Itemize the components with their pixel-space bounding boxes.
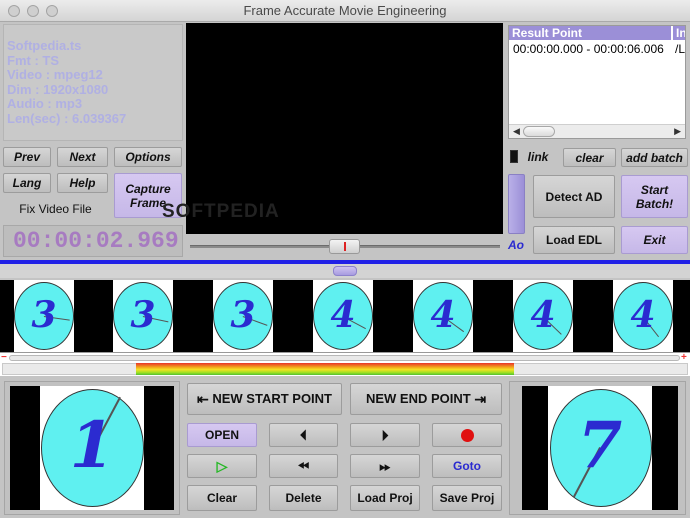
next-button[interactable]: Next bbox=[57, 147, 108, 167]
fast-forward-icon: ⏩︎ bbox=[379, 458, 391, 474]
play-button[interactable]: ▷ bbox=[187, 454, 257, 478]
frame-digit: 3 bbox=[230, 294, 256, 336]
start-frame-preview: 1 bbox=[10, 386, 174, 510]
scroll-left-icon[interactable]: ◀ bbox=[513, 126, 520, 137]
audio-codec: Audio : mp3 bbox=[7, 96, 83, 111]
next-frame-button[interactable]: ⏵︎ bbox=[350, 423, 420, 447]
filmstrip-frame[interactable]: 4 bbox=[299, 280, 387, 352]
load-edl-button[interactable]: Load EDL bbox=[533, 226, 615, 254]
scrollbar-thumb[interactable] bbox=[523, 126, 555, 137]
fast-forward-button[interactable]: ⏩︎ bbox=[350, 454, 420, 478]
add-batch-button[interactable]: add batch bbox=[621, 148, 688, 167]
audio-level-bar bbox=[136, 363, 514, 375]
video-codec: Video : mpeg12 bbox=[7, 67, 103, 82]
new-end-point-label: NEW END POINT bbox=[365, 391, 471, 406]
result-points-table[interactable]: Result Point In 00:00:00.000 - 00:00:06.… bbox=[508, 25, 686, 139]
ao-toggle[interactable]: Ao bbox=[508, 238, 528, 254]
clear-results-button[interactable]: clear bbox=[563, 148, 616, 167]
start-point-preview-panel: 1 bbox=[4, 381, 180, 515]
delete-button[interactable]: Delete bbox=[269, 485, 338, 511]
record-icon bbox=[460, 428, 474, 442]
detect-ad-button[interactable]: Detect AD bbox=[533, 175, 615, 218]
end-frame-preview: 7 bbox=[522, 386, 678, 510]
new-start-point-label: NEW START POINT bbox=[212, 391, 332, 406]
link-checkbox[interactable] bbox=[510, 150, 518, 163]
end-point-preview-panel: 7 bbox=[509, 381, 686, 515]
video-preview: SOFTPEDIA bbox=[162, 23, 503, 234]
frame-digit: 4 bbox=[630, 294, 656, 336]
start-batch-button[interactable]: Start Batch! bbox=[621, 175, 688, 218]
open-button[interactable]: OPEN bbox=[187, 423, 257, 447]
file-format: Fmt : TS bbox=[7, 52, 59, 68]
prev-button[interactable]: Prev bbox=[3, 147, 51, 167]
vertical-level-slider[interactable] bbox=[508, 174, 525, 234]
video-length: Len(sec) : 6.039367 bbox=[7, 110, 127, 126]
app-window: Frame Accurate Movie Engineering Softped… bbox=[0, 0, 690, 518]
file-info-panel: Softpedia.ts Fmt : TS Video : mpeg12 Dim… bbox=[3, 24, 183, 141]
clear-button[interactable]: Clear bbox=[187, 485, 257, 511]
timeline[interactable]: − + bbox=[0, 352, 690, 376]
filmstrip-frame[interactable]: 3 bbox=[0, 280, 88, 352]
frame-digit: 4 bbox=[330, 294, 356, 336]
prev-frame-button[interactable]: ⏴︎ bbox=[269, 423, 338, 447]
filmstrip-frame[interactable]: 3 bbox=[99, 280, 187, 352]
filmstrip-frame[interactable]: 3 bbox=[199, 280, 287, 352]
lang-button[interactable]: Lang bbox=[3, 173, 51, 193]
exit-button[interactable]: Exit bbox=[621, 226, 688, 254]
strip-scroll-thumb[interactable] bbox=[333, 266, 357, 276]
filmstrip-frame[interactable]: 4 bbox=[499, 280, 587, 352]
column-header-in[interactable]: In bbox=[672, 26, 685, 40]
result-in-cell[interactable]: /L bbox=[675, 42, 685, 56]
end-frame-digit: 7 bbox=[577, 408, 623, 483]
filmstrip-frame[interactable]: 4 bbox=[599, 280, 687, 352]
fix-video-file-button[interactable]: Fix Video File bbox=[3, 199, 108, 219]
timeline-end-mark: + bbox=[681, 352, 687, 363]
timeline-track[interactable] bbox=[9, 355, 680, 361]
filmstrip-frame[interactable]: 4 bbox=[399, 280, 487, 352]
new-end-point-button[interactable]: NEW END POINT ⇥ bbox=[350, 383, 502, 415]
frame-digit: 3 bbox=[130, 294, 156, 336]
scroll-right-icon[interactable]: ▶ bbox=[674, 126, 681, 137]
frame-digit: 4 bbox=[430, 294, 456, 336]
prev-frame-icon: ⏴︎ bbox=[300, 427, 307, 443]
start-point-arrow-icon: ⇤ bbox=[197, 391, 209, 407]
title-bar: Frame Accurate Movie Engineering bbox=[0, 0, 690, 22]
frame-digit: 3 bbox=[31, 294, 57, 336]
rewind-icon: ⏪︎ bbox=[297, 458, 310, 474]
frame-digit: 4 bbox=[530, 294, 556, 336]
help-button[interactable]: Help bbox=[57, 173, 108, 193]
save-project-button[interactable]: Save Proj bbox=[432, 485, 502, 511]
position-slider-thumb[interactable] bbox=[329, 239, 360, 254]
play-icon: ▷ bbox=[216, 458, 228, 474]
timecode-display: 00:00:02.969 bbox=[3, 225, 183, 257]
options-button[interactable]: Options bbox=[114, 147, 182, 167]
column-header-result-point[interactable]: Result Point bbox=[509, 26, 671, 40]
result-horizontal-scrollbar[interactable]: ◀ ▶ bbox=[509, 124, 685, 138]
next-frame-icon: ⏵︎ bbox=[381, 427, 389, 443]
rewind-button[interactable]: ⏪︎ bbox=[269, 454, 338, 478]
file-name: Softpedia.ts bbox=[7, 38, 82, 53]
link-label[interactable]: link bbox=[520, 148, 556, 166]
new-start-point-button[interactable]: ⇤ NEW START POINT bbox=[187, 383, 342, 415]
load-project-button[interactable]: Load Proj bbox=[350, 485, 420, 511]
result-range-cell[interactable]: 00:00:00.000 - 00:00:06.006 bbox=[513, 42, 664, 56]
watermark: SOFTPEDIA bbox=[162, 201, 280, 222]
end-point-arrow-icon: ⇥ bbox=[474, 391, 487, 407]
video-dimensions: Dim : 1920x1080 bbox=[7, 81, 109, 97]
filmstrip[interactable]: 3 3 3 4 4 4 4 bbox=[0, 280, 690, 352]
goto-button[interactable]: Goto bbox=[432, 454, 502, 478]
window-title: Frame Accurate Movie Engineering bbox=[243, 3, 447, 18]
start-frame-digit: 1 bbox=[69, 408, 115, 483]
record-button[interactable] bbox=[432, 423, 502, 447]
